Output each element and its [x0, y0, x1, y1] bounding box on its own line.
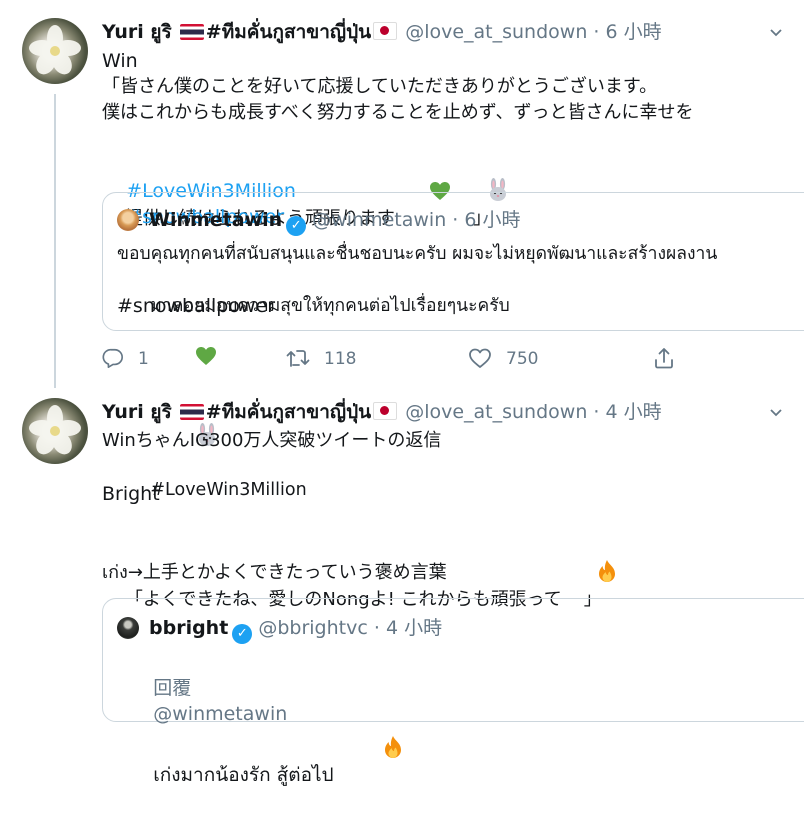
- chevron-down-icon[interactable]: [770, 407, 782, 419]
- rabbit-face-icon: [451, 152, 506, 201]
- timestamp[interactable]: · 6 小時: [452, 209, 520, 231]
- share-icon: [655, 348, 673, 369]
- avatar-winmetawin[interactable]: [117, 209, 139, 231]
- tweet-text-line: เก่ง→上手とかよくできたっていう褒め言葉: [102, 562, 447, 583]
- quoted-text-segment: เก่งมากน้องรัก สู้ต่อไป: [153, 764, 334, 786]
- fire-icon: [334, 709, 401, 758]
- like-button[interactable]: 750: [468, 346, 538, 372]
- tweet-text-line: 「皆さん僕のことを好いて応援していただきありがとうございます。: [102, 76, 658, 97]
- tweet-text-line: 僕はこれからも成長すべく努力することを止めず、ずっと皆さんに幸せを: [102, 102, 694, 123]
- group-name[interactable]: #ทีมคั่นกูสาขาญี่ปุ่น: [206, 401, 371, 423]
- share-button[interactable]: [653, 346, 689, 372]
- handle[interactable]: @bbrightvc: [258, 617, 367, 639]
- thailand-flag-icon: [179, 404, 204, 420]
- japan-flag-icon: [373, 402, 398, 420]
- handle[interactable]: @winmetawin: [312, 209, 446, 231]
- quoted-tweet[interactable]: Winmetawin ✓ @winmetawin · 6 小時 ขอบคุณทุก…: [102, 192, 804, 500]
- quoted-tweet-header: Winmetawin ✓ @winmetawin · 6 小時: [149, 207, 521, 236]
- tweet-text-line: Win: [102, 50, 138, 72]
- retweet-count: 118: [324, 349, 357, 369]
- thread-line: [54, 94, 56, 388]
- reply-count: 1: [138, 349, 149, 369]
- display-name[interactable]: Yuri ยูริ: [102, 21, 172, 43]
- timestamp[interactable]: · 6 小時: [593, 21, 661, 43]
- tweet-header: Yuri ยูริ #ทีมคั่นกูสาขาญี่ปุ่น @love_at…: [102, 398, 662, 426]
- tweet-text-line: Bright: [102, 483, 160, 505]
- avatar-bbright[interactable]: [117, 617, 139, 639]
- retweet-icon: [286, 350, 310, 367]
- japan-flag-icon: [373, 22, 398, 40]
- avatar-yuri[interactable]: [22, 398, 88, 464]
- quoted-tweet[interactable]: bbright ✓ @bbrightvc · 4 小時 回覆 @winmetawi…: [102, 598, 804, 786]
- handle[interactable]: @love_at_sundown: [405, 401, 587, 423]
- tweet-actions: 1 118 750: [102, 346, 682, 372]
- quoted-text-line: เก่งมากน้องรัก สู้ต่อไป: [117, 683, 401, 814]
- display-name[interactable]: bbright: [149, 617, 228, 639]
- timestamp[interactable]: · 4 小時: [593, 401, 661, 423]
- heart-outline-icon: [469, 348, 491, 368]
- tweet-header: Yuri ยูริ #ทีมคั่นกูสาขาญี่ปุ่น @love_at…: [102, 18, 662, 46]
- quoted-text-line: #snowballpower: [117, 295, 276, 317]
- tweet-text-line: WinちゃんIG300万人突破ツイートの返信: [102, 430, 442, 451]
- like-count: 750: [506, 349, 539, 369]
- verified-badge-icon: ✓: [286, 216, 307, 236]
- handle[interactable]: @love_at_sundown: [405, 21, 587, 43]
- thailand-flag-icon: [179, 24, 204, 40]
- group-name[interactable]: #ทีมคั่นกูสาขาญี่ปุ่น: [206, 21, 371, 43]
- reply-icon: [102, 348, 123, 368]
- tweet-2[interactable]: Yuri ยูริ #ทีมคั่นกูสาขาญี่ปุ่น @love_at…: [0, 392, 804, 786]
- retweet-button[interactable]: 118: [286, 346, 356, 372]
- chevron-down-icon[interactable]: [770, 27, 782, 39]
- fire-icon: [562, 533, 616, 582]
- display-name[interactable]: Winmetawin: [149, 209, 282, 231]
- quoted-text-line: ขอบคุณทุกคนที่สนับสนุนและชื่นชอบนะครับ ผ…: [117, 244, 718, 264]
- tweet-1[interactable]: Yuri ยูริ #ทีมคั่นกูสาขาญี่ปุ่น @love_at…: [0, 0, 804, 500]
- reply-button[interactable]: 1: [102, 346, 149, 372]
- quoted-tweet-header: bbright ✓ @bbrightvc · 4 小時: [149, 615, 442, 644]
- verified-badge-icon: ✓: [232, 624, 253, 644]
- timestamp[interactable]: · 4 小時: [374, 617, 442, 639]
- avatar-yuri[interactable]: [22, 18, 88, 84]
- display-name[interactable]: Yuri ยูริ: [102, 401, 172, 423]
